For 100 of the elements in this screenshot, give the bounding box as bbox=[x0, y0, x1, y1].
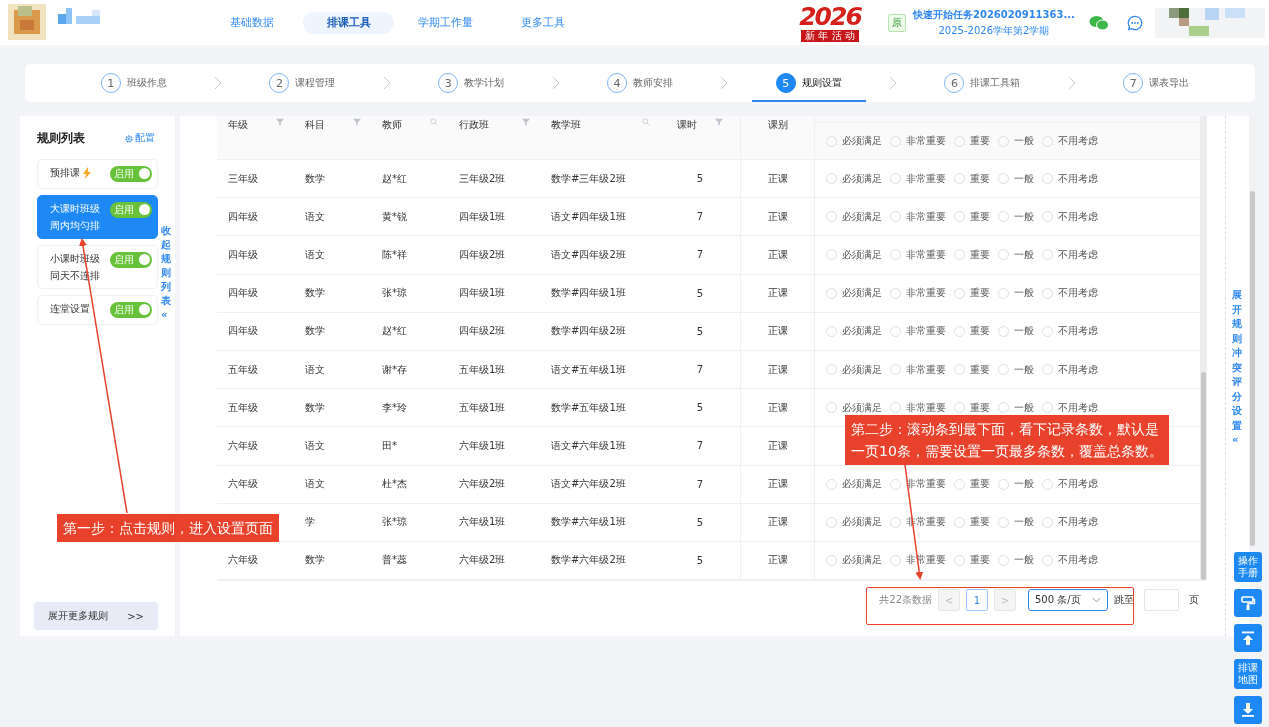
step-tab[interactable]: 2 课程管理 bbox=[245, 64, 360, 102]
radio-option[interactable]: 重要 bbox=[954, 400, 990, 415]
radio-option[interactable]: 必须满足 bbox=[826, 553, 882, 568]
step-tab[interactable]: 4 教师安排 bbox=[582, 64, 697, 102]
radio-option[interactable]: 重要 bbox=[954, 515, 990, 530]
radio-option[interactable]: 非常重要 bbox=[890, 286, 946, 301]
page-size-select[interactable]: 500 条/页 bbox=[1028, 589, 1108, 611]
radio-option[interactable]: 必须满足 bbox=[826, 134, 882, 148]
table-cell: 六年级2班 bbox=[459, 553, 506, 568]
radio-option[interactable]: 非常重要 bbox=[890, 362, 946, 377]
task-title[interactable]: 快速开始任务2026020911363... bbox=[913, 7, 1075, 22]
step-tab[interactable]: 7 课表导出 bbox=[1099, 64, 1214, 102]
radio-option[interactable]: 必须满足 bbox=[826, 171, 882, 186]
radio-option[interactable]: 必须满足 bbox=[826, 362, 882, 377]
rule-item[interactable]: 预排课 启用 bbox=[37, 159, 158, 189]
annotation-callout: 第二步：滚动条到最下面，看下记录条数，默认是 一页10条，需要设置一页最多条数，覆盖总条数。 bbox=[845, 415, 1169, 465]
radio-option[interactable]: 一般 bbox=[998, 362, 1034, 377]
radio-option[interactable]: 重要 bbox=[954, 553, 990, 568]
radio-option[interactable]: 非常重要 bbox=[890, 400, 946, 415]
radio-option[interactable]: 非常重要 bbox=[890, 209, 946, 224]
rule-item[interactable]: 连堂设置 启用 bbox=[37, 295, 158, 325]
radio-option[interactable]: 重要 bbox=[954, 477, 990, 492]
radio-option[interactable]: 一般 bbox=[998, 515, 1034, 530]
radio-option[interactable]: 不用考虑 bbox=[1042, 477, 1098, 492]
radio-option[interactable]: 一般 bbox=[998, 553, 1034, 568]
radio-option[interactable]: 重要 bbox=[954, 324, 990, 339]
more-rules-button[interactable]: 展开更多规则 >> bbox=[34, 602, 158, 630]
radio-option[interactable]: 一般 bbox=[998, 477, 1034, 492]
rule-item[interactable]: 大课时班级 周内均匀排 启用 bbox=[37, 195, 158, 239]
radio-option[interactable]: 一般 bbox=[998, 171, 1034, 186]
table-cell: 普*蕊 bbox=[382, 553, 407, 568]
table-cell: 数学 bbox=[305, 286, 325, 301]
radio-option[interactable]: 不用考虑 bbox=[1042, 553, 1098, 568]
radio-option[interactable]: 不用考虑 bbox=[1042, 286, 1098, 301]
nav-tab[interactable]: 更多工具 bbox=[497, 11, 588, 34]
radio-option[interactable]: 一般 bbox=[998, 134, 1034, 148]
table-cell: 谢*存 bbox=[382, 362, 407, 377]
radio-option[interactable]: 重要 bbox=[954, 247, 990, 262]
radio-option[interactable]: 重要 bbox=[954, 286, 990, 301]
step-tab[interactable]: 6 排课工具箱 bbox=[920, 64, 1045, 102]
table-cell: 数学 bbox=[305, 553, 325, 568]
radio-option[interactable]: 一般 bbox=[998, 209, 1034, 224]
table-cell: 数学#三年级2班 bbox=[551, 171, 626, 186]
float-button[interactable]: 排课地图 bbox=[1234, 659, 1262, 689]
radio-option[interactable]: 不用考虑 bbox=[1042, 362, 1098, 377]
table-cell: 数学#四年级1班 bbox=[551, 286, 626, 301]
radio-option[interactable]: 不用考虑 bbox=[1042, 324, 1098, 339]
expand-link[interactable]: 展开规则冲突评分设置 « bbox=[1232, 288, 1243, 448]
table-cell: 六年级1班 bbox=[459, 438, 506, 453]
nav-tab[interactable]: 基础数据 bbox=[206, 11, 297, 34]
radio-option[interactable]: 重要 bbox=[954, 209, 990, 224]
radio-option[interactable]: 不用考虑 bbox=[1042, 515, 1098, 530]
config-link[interactable]: 配置 bbox=[124, 132, 155, 145]
radio-option[interactable]: 不用考虑 bbox=[1042, 400, 1098, 415]
nav-tab[interactable]: 学期工作量 bbox=[400, 11, 491, 34]
radio-option[interactable]: 必须满足 bbox=[826, 515, 882, 530]
radio-option[interactable]: 非常重要 bbox=[890, 247, 946, 262]
column-header: 课时 bbox=[660, 116, 740, 159]
table-cell: 四年级 bbox=[228, 209, 258, 224]
radio-option[interactable]: 不用考虑 bbox=[1042, 209, 1098, 224]
table-cell: 正课 bbox=[767, 553, 788, 568]
table-cell: 7 bbox=[696, 249, 704, 261]
radio-option[interactable]: 必须满足 bbox=[826, 324, 882, 339]
radio-option[interactable]: 非常重要 bbox=[890, 134, 946, 148]
radio-option[interactable]: 必须满足 bbox=[826, 286, 882, 301]
collapse-link[interactable]: 收起规则列表 « bbox=[161, 224, 172, 322]
radio-option[interactable]: 一般 bbox=[998, 324, 1034, 339]
radio-option[interactable]: 非常重要 bbox=[890, 324, 946, 339]
radio-option[interactable]: 必须满足 bbox=[826, 247, 882, 262]
table-cell: 五年级1班 bbox=[459, 400, 506, 415]
table-cell: 正课 bbox=[767, 247, 788, 262]
nav-tab[interactable]: 排课工具 bbox=[303, 11, 394, 34]
column-header: 科目 bbox=[294, 116, 371, 159]
radio-option[interactable]: 必须满足 bbox=[826, 477, 882, 492]
step-tab[interactable]: 3 教学计划 bbox=[414, 64, 529, 102]
float-button[interactable]: 操作手册 bbox=[1234, 552, 1262, 582]
radio-option[interactable]: 必须满足 bbox=[826, 209, 882, 224]
radio-option[interactable]: 不用考虑 bbox=[1042, 247, 1098, 262]
jump-label: 跳至 bbox=[1114, 593, 1134, 607]
step-tab[interactable]: 5 规则设置 bbox=[751, 64, 866, 102]
radio-option[interactable]: 必须满足 bbox=[826, 400, 882, 415]
table-cell: 张*琼 bbox=[382, 515, 407, 530]
table-cell: 5 bbox=[696, 402, 704, 414]
radio-option[interactable]: 一般 bbox=[998, 286, 1034, 301]
radio-option[interactable]: 一般 bbox=[998, 400, 1034, 415]
page-button[interactable]: 1 bbox=[966, 589, 988, 611]
table-cell: 四年级1班 bbox=[459, 209, 506, 224]
term-label: 2025-2026学年第2学期 bbox=[938, 23, 1050, 38]
radio-option[interactable]: 重要 bbox=[954, 134, 990, 148]
radio-option[interactable]: 一般 bbox=[998, 247, 1034, 262]
table-cell: 李*玲 bbox=[382, 400, 407, 415]
radio-option[interactable]: 重要 bbox=[954, 362, 990, 377]
radio-option[interactable]: 不用考虑 bbox=[1042, 134, 1098, 148]
step-tab[interactable]: 1 班级作息 bbox=[76, 64, 191, 102]
radio-option[interactable]: 非常重要 bbox=[890, 171, 946, 186]
radio-option[interactable]: 不用考虑 bbox=[1042, 171, 1098, 186]
table-cell: 黄*锐 bbox=[382, 209, 407, 224]
column-header: 教师 bbox=[371, 116, 448, 159]
table-cell: 7 bbox=[696, 440, 704, 452]
radio-option[interactable]: 重要 bbox=[954, 171, 990, 186]
